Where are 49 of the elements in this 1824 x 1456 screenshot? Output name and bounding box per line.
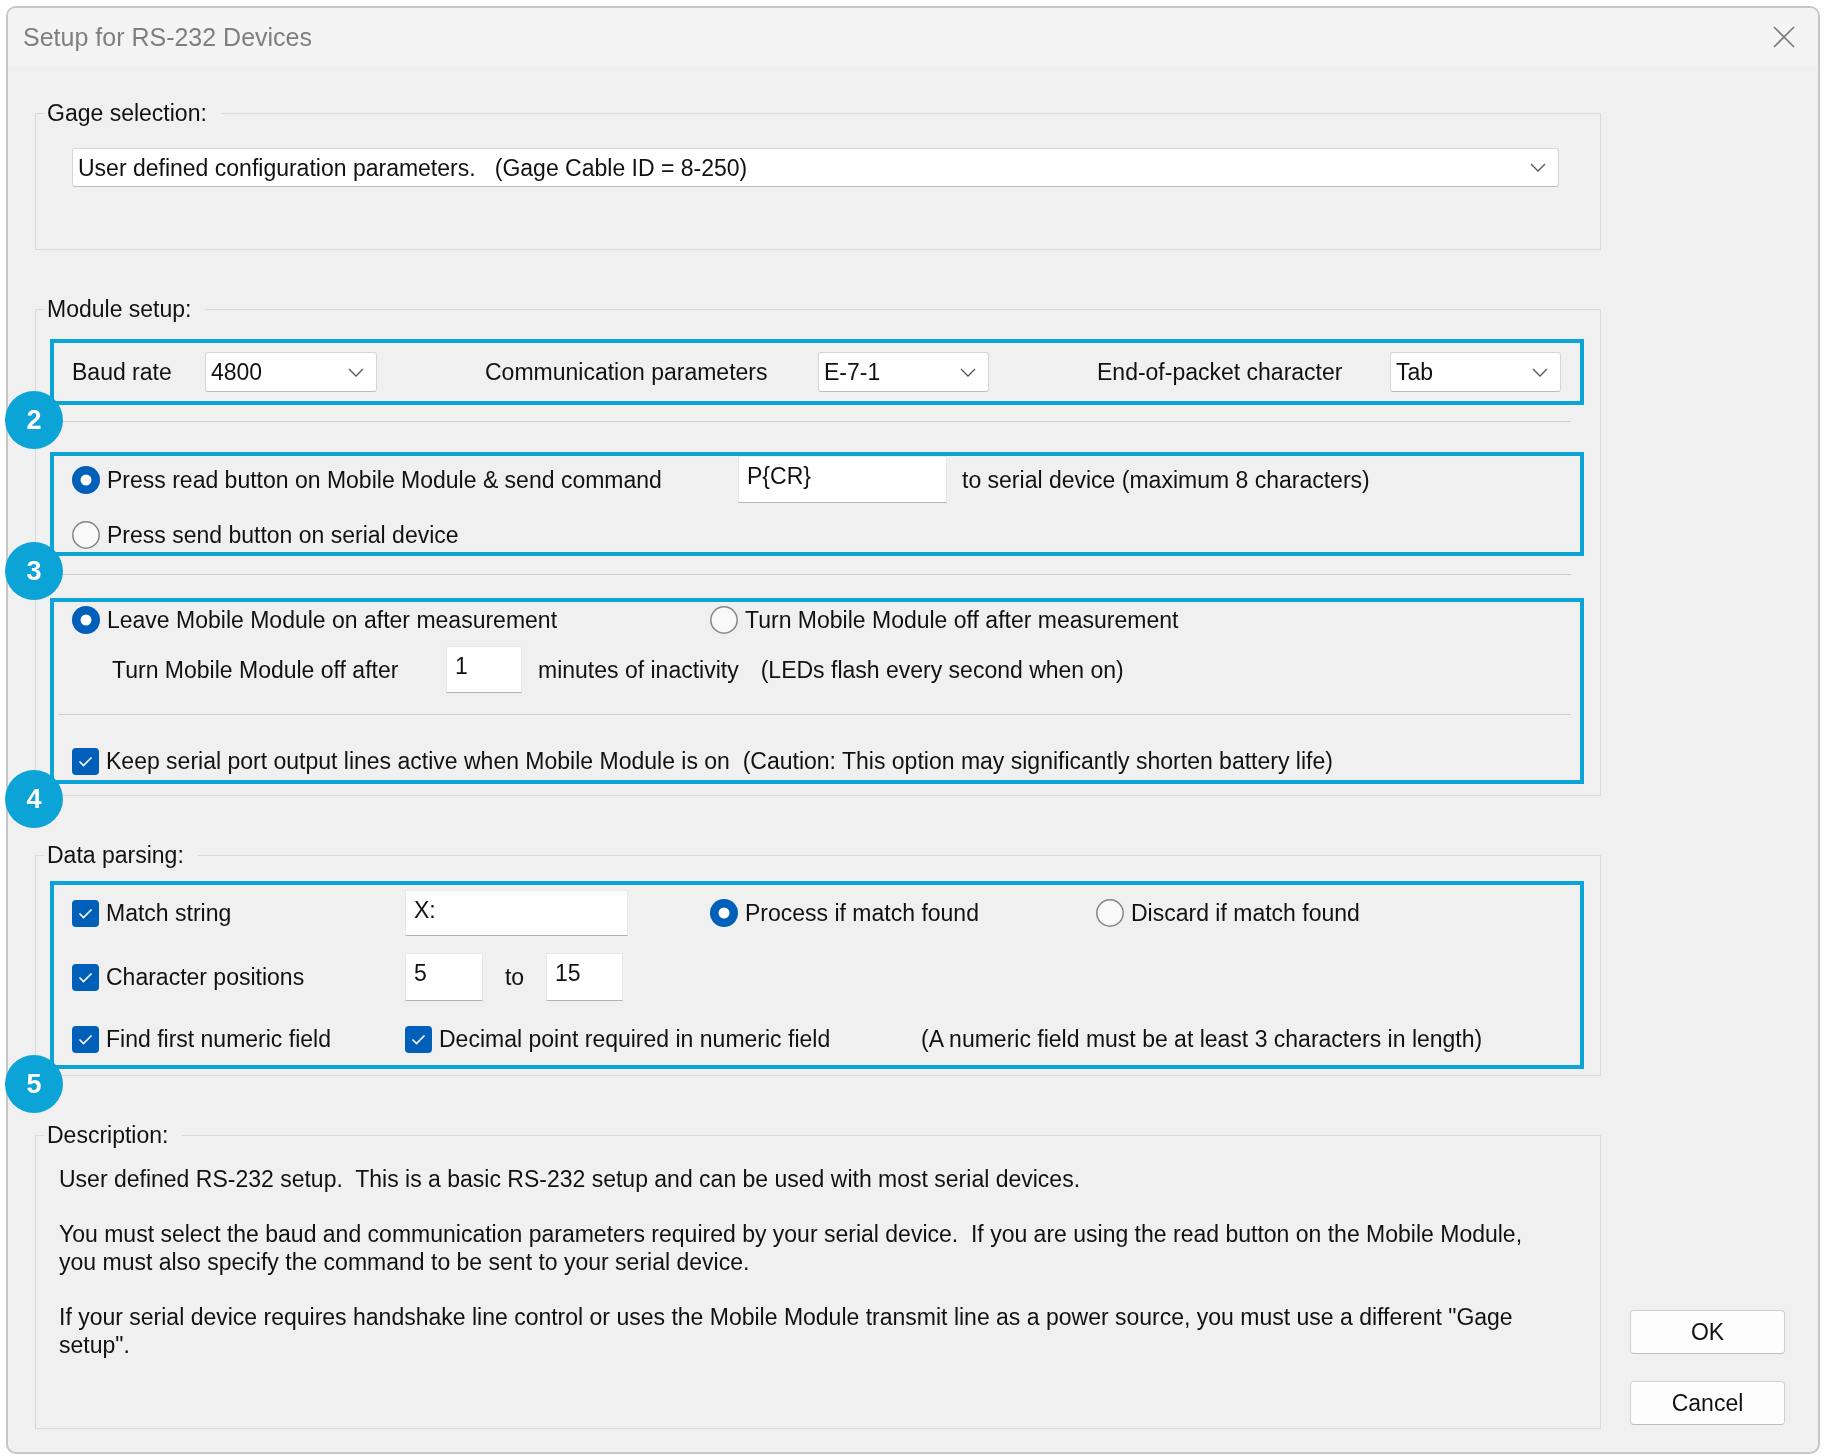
checkbox-option[interactable]: Character positions — [72, 963, 405, 991]
field-label: to — [504, 963, 525, 991]
text-field[interactable]: X: — [405, 890, 628, 936]
checkbox-option[interactable]: Decimal point required in numeric field — [405, 1025, 921, 1053]
group-label: Module setup: — [46, 295, 193, 323]
checkbox-option[interactable]: Match string — [72, 899, 405, 927]
callout-badge: 4 — [5, 770, 63, 828]
chevron-down-icon — [1532, 367, 1548, 377]
group-label: Data parsing: — [46, 841, 185, 869]
description-paragraph: User defined RS-232 setup. This is a basic RS-232 setup and can be used with most serial devices. — [59, 1165, 1082, 1193]
dropdown[interactable]: E-7-1 — [818, 352, 989, 392]
radio-option[interactable]: Press send button on serial device — [72, 520, 459, 549]
field-label: minutes of inactivity — [538, 655, 739, 684]
dialog-button[interactable]: Cancel — [1630, 1381, 1785, 1425]
field-label: Baud rate — [72, 358, 172, 386]
description-paragraph: If your serial device requires handshake line control or uses the Mobile Module transmit line as a power source, you must use a different "Gage setup". — [59, 1303, 1514, 1359]
dropdown[interactable]: Tab — [1390, 352, 1561, 392]
callout-badge: 5 — [5, 1055, 63, 1113]
close-button[interactable] — [1772, 25, 1796, 49]
dialog-button[interactable]: OK — [1630, 1310, 1785, 1354]
callout-badge: 2 — [5, 391, 63, 449]
checkbox-option[interactable]: Keep serial port output lines active when Mobile Module is on (Caution: This option may significantly shorten battery life) — [72, 747, 1333, 775]
radio-option[interactable]: Turn Mobile Module off after measurement — [710, 606, 1179, 634]
group-label: Gage selection: — [46, 99, 208, 127]
dropdown[interactable]: User defined configuration parameters. (Gage Cable ID = 8-250) — [72, 148, 1559, 187]
field-label: End-of-packet character — [1097, 358, 1343, 386]
group-label: Description: — [46, 1121, 170, 1149]
radio-option[interactable]: Press read button on Mobile Module & send command — [72, 465, 738, 494]
hint-text: (A numeric field must be at least 3 characters in length) — [921, 1025, 1483, 1053]
radio-option[interactable]: Process if match found — [710, 899, 1096, 927]
description-paragraph: You must select the baud and communication parameters required by your serial device. If you are using the read button on the Mobile Module, you must also specify the command to be sent to your serial device. — [59, 1220, 1524, 1276]
text-field[interactable]: 15 — [546, 953, 623, 1001]
field-label: Communication parameters — [485, 358, 768, 386]
checkbox-option[interactable]: Find first numeric field — [72, 1025, 405, 1053]
window-title: Setup for RS-232 Devices — [23, 22, 313, 52]
radio-option[interactable]: Leave Mobile Module on after measurement — [72, 606, 710, 634]
text-field[interactable]: 1 — [446, 646, 522, 693]
chevron-down-icon — [1530, 163, 1546, 172]
radio-option[interactable]: Discard if match found — [1096, 899, 1360, 927]
field-label: to serial device (maximum 8 characters) — [962, 465, 1370, 494]
text-field[interactable]: P{CR} — [738, 456, 947, 503]
field-label: Turn Mobile Module off after — [112, 656, 399, 683]
text-field[interactable]: 5 — [405, 953, 483, 1001]
chevron-down-icon — [348, 367, 364, 377]
chevron-down-icon — [960, 367, 976, 377]
dropdown[interactable]: 4800 — [205, 352, 377, 392]
hint-text: (LEDs flash every second when on) — [760, 655, 1124, 684]
close-icon — [1772, 25, 1796, 49]
callout-badge: 3 — [5, 542, 63, 600]
